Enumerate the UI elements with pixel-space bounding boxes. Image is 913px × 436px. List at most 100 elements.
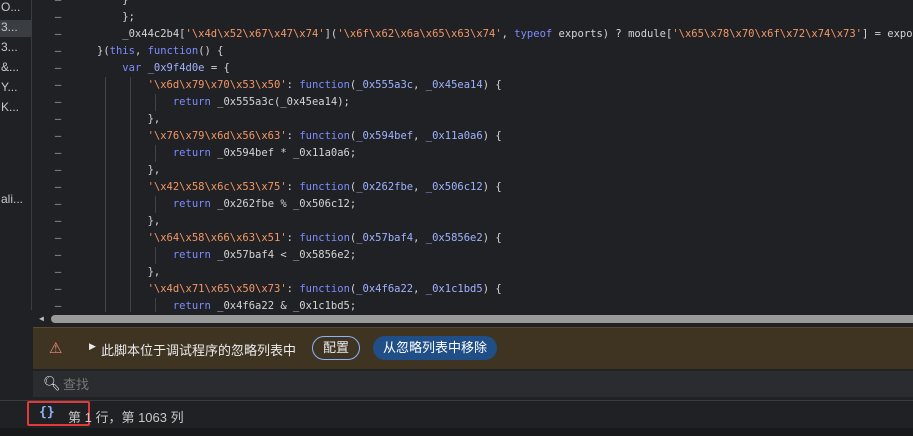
line-gutter-marker[interactable]: – — [33, 298, 83, 312]
code-line[interactable]: – _0x44c2b4['\x4d\x52\x67\x47\x74']('\x6… — [33, 26, 913, 43]
code-content: return _0x4f6a22 & _0x1c1bd5; — [97, 298, 356, 312]
file-tab-item[interactable]: K... — [0, 100, 31, 117]
code-text: _0x555a3c(_0x45ea14); — [210, 96, 350, 108]
code-line[interactable]: – }; — [33, 9, 913, 26]
code-param: _0x4f6a22 — [356, 283, 414, 295]
code-line[interactable]: – var _0x9f4d0e = { — [33, 60, 913, 77]
code-keyword: var — [122, 62, 142, 74]
file-tab-item[interactable]: 3... — [0, 40, 31, 57]
code-editor[interactable]: – } – }; – _0x44c2b4['\x4d\x52\x67\x47\x74… — [33, 0, 913, 312]
code-keyword: function — [299, 283, 350, 295]
code-text: ) { — [482, 130, 502, 142]
code-line[interactable]: –}(this, function() { — [33, 43, 913, 60]
code-content: }, — [97, 111, 161, 128]
file-tab-item[interactable]: 3... — [0, 20, 31, 37]
code-line[interactable]: – return _0x262fbe % _0x506c12; — [33, 196, 913, 213]
code-line[interactable]: – '\x42\x58\x6c\x53\x75': function(_0x26… — [33, 179, 913, 196]
code-text: _0x4f6a22 & _0x1c1bd5; — [210, 300, 357, 312]
code-content: return _0x262fbe % _0x506c12; — [97, 196, 356, 213]
code-string: '\x6d\x79\x70\x53\x50' — [147, 79, 287, 91]
code-string: '\x6f\x62\x6a\x65\x63\x74' — [337, 28, 502, 40]
horizontal-scrollbar[interactable]: ◀ — [33, 312, 913, 326]
code-line[interactable]: – return _0x555a3c(_0x45ea14); — [33, 94, 913, 111]
code-text: : — [286, 79, 300, 91]
code-text: : — [286, 232, 300, 244]
code-content: '\x4d\x71\x65\x50\x73': function(_0x4f6a… — [97, 281, 502, 298]
line-gutter-marker[interactable]: – — [33, 77, 83, 94]
line-gutter-marker[interactable]: – — [33, 213, 83, 230]
line-gutter-marker[interactable]: – — [33, 179, 83, 196]
code-line[interactable]: – '\x64\x58\x66\x63\x51': function(_0x57… — [33, 230, 913, 247]
code-keyword: return — [172, 147, 211, 159]
configure-button[interactable]: 配置 — [312, 336, 361, 360]
code-line[interactable]: – '\x4d\x71\x65\x50\x73': function(_0x4f… — [33, 281, 913, 298]
file-tab-item[interactable]: &... — [0, 60, 31, 77]
line-gutter-marker[interactable]: – — [33, 196, 83, 213]
line-gutter-marker[interactable]: – — [33, 128, 83, 145]
file-tab-item[interactable]: ali... — [0, 192, 31, 209]
code-string: '\x42\x58\x6c\x53\x75' — [147, 181, 287, 193]
code-content: '\x64\x58\x66\x63\x51': function(_0x57ba… — [97, 230, 502, 247]
code-text: }; — [97, 11, 135, 23]
code-string: '\x4d\x71\x65\x50\x73' — [147, 283, 287, 295]
line-gutter-marker[interactable]: – — [33, 26, 83, 43]
line-gutter-marker[interactable]: – — [33, 0, 83, 9]
code-line[interactable]: – }, — [33, 162, 913, 179]
code-text: _0x57baf4 < _0x5856e2; — [210, 249, 357, 261]
code-content: return _0x57baf4 < _0x5856e2; — [97, 247, 356, 264]
code-line[interactable]: – return _0x4f6a22 & _0x1c1bd5; — [33, 298, 913, 312]
code-text: , — [413, 283, 426, 295]
code-keyword: function — [299, 232, 350, 244]
code-line[interactable]: – }, — [33, 264, 913, 281]
search-input[interactable] — [63, 374, 363, 394]
line-gutter-marker[interactable]: – — [33, 94, 83, 111]
pretty-print-icon[interactable]: {} — [39, 405, 55, 420]
code-line[interactable]: – return _0x594bef * _0x11a0a6; — [33, 145, 913, 162]
code-param: _0x11a0a6 — [425, 130, 483, 142]
line-gutter-marker[interactable]: – — [33, 9, 83, 26]
code-text: : — [286, 283, 300, 295]
line-gutter-marker[interactable]: – — [33, 247, 83, 264]
code-content: _0x44c2b4['\x4d\x52\x67\x47\x74']('\x6f\… — [97, 26, 913, 43]
code-text: }, — [97, 266, 161, 278]
code-line[interactable]: – '\x76\x79\x6d\x56\x63': function(_0x59… — [33, 128, 913, 145]
triangle-right-icon[interactable]: ▶ — [89, 341, 96, 352]
scrollbar-thumb[interactable] — [51, 315, 913, 323]
code-param: _0x506c12 — [425, 181, 483, 193]
code-param: _0x594bef — [356, 130, 414, 142]
scroll-left-icon[interactable]: ◀ — [39, 314, 44, 323]
code-keyword: typeof — [514, 28, 553, 40]
code-line[interactable]: – '\x6d\x79\x70\x53\x50': function(_0x55… — [33, 77, 913, 94]
line-gutter-marker[interactable]: – — [33, 162, 83, 179]
ignore-list-message: 此脚本位于调试程序的忽略列表中 — [101, 343, 297, 358]
code-string: '\x65\x78\x70\x6f\x72\x74\x73' — [672, 28, 862, 40]
line-gutter-marker[interactable]: – — [33, 111, 83, 128]
line-gutter-marker[interactable]: – — [33, 264, 83, 281]
code-param: _0x5856e2 — [425, 232, 483, 244]
line-gutter-marker[interactable]: – — [33, 281, 83, 298]
code-text: ]( — [324, 28, 338, 40]
line-gutter-marker[interactable]: – — [33, 230, 83, 247]
remove-from-ignore-list-button[interactable]: 从忽略列表中移除 — [373, 336, 498, 360]
code-line[interactable]: – } — [33, 0, 913, 9]
line-gutter-marker[interactable]: – — [33, 60, 83, 77]
code-line[interactable]: – }, — [33, 111, 913, 128]
file-tab-item[interactable]: Y... — [0, 80, 31, 97]
code-text: _0x262fbe % _0x506c12; — [210, 198, 357, 210]
code-text: : — [286, 130, 300, 142]
line-gutter-marker[interactable]: – — [33, 43, 83, 60]
code-string: '\x64\x58\x66\x63\x51' — [147, 232, 287, 244]
code-text: _0x44c2b4[ — [97, 28, 186, 40]
code-keyword: function — [299, 79, 350, 91]
code-line[interactable]: – }, — [33, 213, 913, 230]
code-keyword: this — [109, 45, 135, 57]
line-gutter-marker[interactable]: – — [33, 145, 83, 162]
code-line[interactable]: – return _0x57baf4 < _0x5856e2; — [33, 247, 913, 264]
code-param: _0x45ea14 — [425, 79, 483, 91]
file-tab-item[interactable]: O... — [0, 0, 31, 17]
